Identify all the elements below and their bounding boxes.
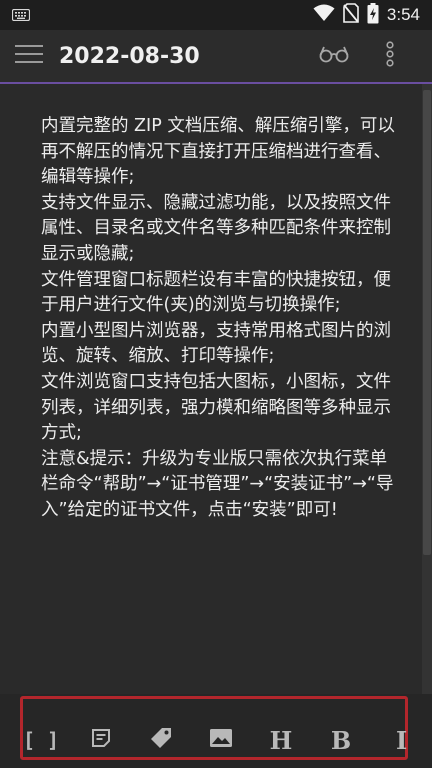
app-bar: 2022-08-30 (0, 30, 432, 82)
status-bar: 3:54 (0, 0, 432, 30)
brackets-icon: [ ] (22, 728, 60, 752)
document-text[interactable]: 内置完整的 ZIP 文档压缩、解压缩引擎，可以再不解压的情况下直接打开压缩档进行… (41, 114, 396, 524)
paragraph: 文件管理窗口标题栏设有丰富的快捷按钮，便于用户进行文件(夹)的浏览与切换操作; (41, 269, 391, 316)
document-view[interactable]: 内置完整的 ZIP 文档压缩、解压缩引擎，可以再不解压的情况下直接打开压缩档进行… (0, 84, 432, 694)
bold-button[interactable]: B (321, 722, 361, 758)
scrollbar-thumb[interactable] (423, 90, 431, 555)
scrollbar-track[interactable] (422, 84, 432, 694)
image-button[interactable] (201, 722, 241, 758)
paragraph: 支持文件显示、隐藏过滤功能，以及按照文件属性、目录名或文件名等多种匹配条件来控制… (41, 192, 391, 264)
menu-icon (15, 43, 43, 69)
heading-button[interactable]: H (261, 722, 301, 758)
heading-icon: H (269, 725, 293, 755)
more-vert-icon (385, 41, 395, 71)
italic-icon: I (396, 725, 408, 755)
wifi-icon (313, 4, 335, 26)
battery-charging-icon (367, 2, 379, 28)
bold-icon: B (330, 725, 352, 755)
paragraph: 内置完整的 ZIP 文档压缩、解压缩引擎，可以再不解压的情况下直接打开压缩档进行… (41, 116, 395, 188)
image-icon (209, 728, 233, 752)
paragraph: 文件浏览窗口支持包括大图标，小图标，文件列表，详细列表，强力模和缩略图等多种显示… (41, 371, 391, 444)
status-time: 3:54 (386, 5, 420, 24)
brackets-button[interactable]: [ ] (21, 722, 61, 758)
reading-glasses-icon (319, 45, 349, 67)
note-icon (90, 727, 112, 753)
italic-button[interactable]: I (382, 722, 432, 758)
note-button[interactable] (81, 722, 121, 758)
no-sim-icon (343, 3, 359, 27)
reading-mode-button[interactable] (312, 30, 356, 82)
paragraph: 注意&提示：升级为专业版只需依次执行菜单栏命令“帮助”→“证书管理”→“安装证书… (41, 448, 394, 520)
page-title: 2022-08-30 (59, 43, 200, 69)
tag-button[interactable] (141, 722, 181, 758)
more-options-button[interactable] (368, 30, 412, 82)
keyboard-icon (11, 6, 31, 25)
paragraph: 内置小型图片浏览器，支持常用格式图片的浏览、旋转、缩放、打印等操作; (41, 320, 391, 367)
menu-button[interactable] (0, 30, 58, 82)
tag-icon (149, 726, 173, 754)
